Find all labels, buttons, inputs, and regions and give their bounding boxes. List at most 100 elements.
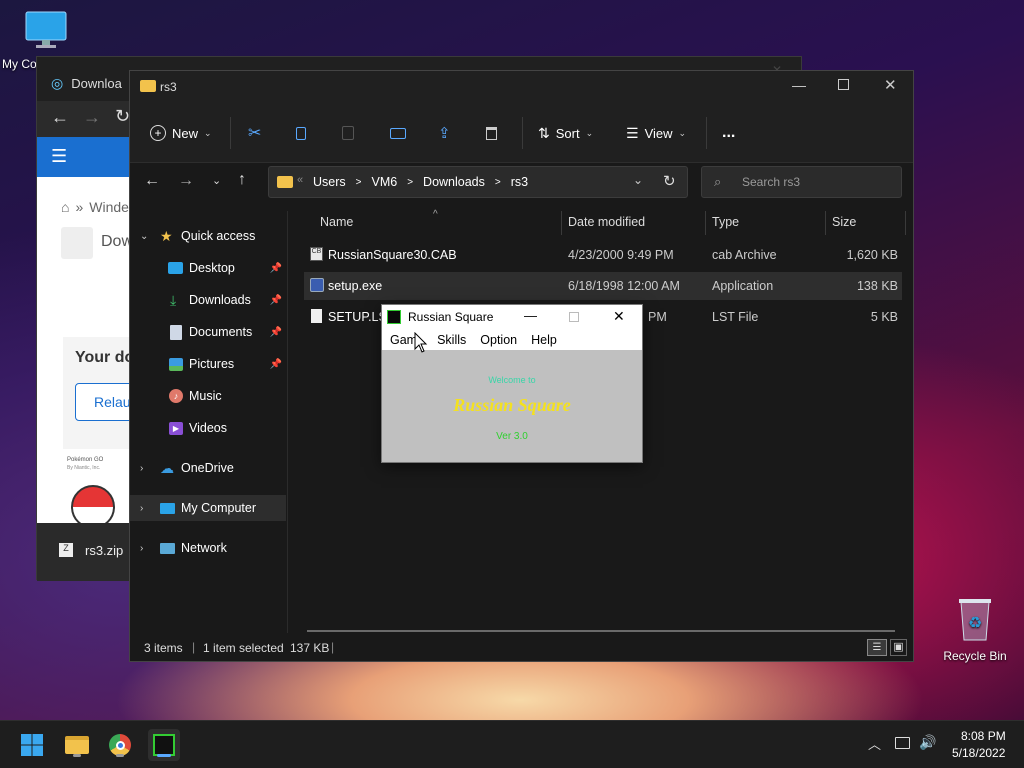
nav-pictures[interactable]: Pictures 📌 <box>130 351 286 377</box>
hamburger-menu-icon[interactable]: ☰ <box>51 146 67 167</box>
sort-button[interactable]: ⇅ Sort ⌄ <box>538 119 593 147</box>
address-bar[interactable]: « Users > VM6 > Downloads > rs3 ⌄ ↻ <box>268 166 688 198</box>
nav-music[interactable]: ♪ Music <box>130 383 286 409</box>
menu-help[interactable]: Help <box>531 333 557 347</box>
nav-network[interactable]: › Network <box>130 535 286 561</box>
cut-icon[interactable]: ✂ <box>248 119 261 147</box>
maximize-button[interactable] <box>838 79 849 90</box>
browser-page-content: ⌂ » Winde Dow Your do Relau Pokémon GO B… <box>37 177 153 529</box>
back-icon[interactable]: ← <box>51 107 69 128</box>
nav-quick-access[interactable]: ⌄ ★ Quick access <box>130 223 286 249</box>
file-row-selected[interactable]: setup.exe 6/18/1998 12:00 AM Application… <box>304 272 902 300</box>
pin-icon[interactable]: 📌 <box>270 327 282 338</box>
column-type[interactable]: Type <box>712 215 739 229</box>
file-size: 5 KB <box>870 310 898 324</box>
refresh-icon[interactable]: ↻ <box>663 172 676 190</box>
plus-circle-icon: + <box>150 125 166 141</box>
chevron-right-icon[interactable]: › <box>140 463 143 474</box>
address-overflow[interactable]: « <box>297 174 303 186</box>
home-icon[interactable]: ⌂ <box>61 199 69 215</box>
clock-date[interactable]: 5/18/2022 <box>952 746 1005 760</box>
column-name[interactable]: Name <box>320 215 353 229</box>
network-icon <box>160 542 175 554</box>
pin-icon[interactable]: 📌 <box>270 263 282 274</box>
nav-videos[interactable]: ▶ Videos <box>130 415 286 441</box>
chevron-right-icon[interactable]: › <box>140 543 143 554</box>
taskbar-file-explorer[interactable] <box>61 729 93 761</box>
nav-documents[interactable]: Documents 📌 <box>130 319 286 345</box>
desktop-icon-recycle-bin[interactable]: ♻ Recycle Bin <box>939 596 1011 663</box>
chevron-down-icon[interactable]: ⌄ <box>140 231 148 242</box>
delete-icon[interactable] <box>486 119 497 147</box>
nav-my-computer[interactable]: › My Computer <box>130 495 286 521</box>
forward-arrow-icon[interactable]: → <box>178 172 194 190</box>
show-hidden-icons-chevron[interactable]: ︿ <box>868 734 881 753</box>
zip-file-icon: Z <box>59 543 73 557</box>
up-arrow-icon[interactable]: ↑ <box>238 171 246 189</box>
russian-square-window[interactable]: Russian Square — ✕ Gam Skills Option Hel… <box>381 304 643 463</box>
browser-tab-title: Downloa <box>71 75 122 91</box>
more-options-icon[interactable]: ... <box>722 119 735 147</box>
new-button[interactable]: + New ⌄ <box>150 119 212 147</box>
close-button[interactable]: ✕ <box>884 76 897 94</box>
sort-up-icon: ^ <box>433 209 438 220</box>
computer-icon <box>160 502 175 514</box>
nav-onedrive[interactable]: › ☁ OneDrive <box>130 455 286 481</box>
download-item[interactable]: Z rs3.zip <box>37 523 137 581</box>
copy-icon[interactable] <box>296 119 306 147</box>
browser-tab[interactable]: ◎ Downloa <box>51 67 122 99</box>
column-size[interactable]: Size <box>832 215 856 229</box>
view-button[interactable]: ☰ View ⌄ <box>626 119 686 147</box>
minimize-button[interactable]: — <box>524 308 537 323</box>
back-arrow-icon[interactable]: ← <box>144 172 160 190</box>
close-button[interactable]: ✕ <box>613 308 625 325</box>
window-title: rs3 <box>160 80 177 94</box>
address-dropdown-icon[interactable]: ⌄ <box>633 173 643 187</box>
forward-icon[interactable]: → <box>83 107 101 128</box>
explorer-toolbar: + New ⌄ ✂ ⇪ ⇅ Sort ⌄ ☰ View ⌄ ... <box>130 103 913 163</box>
search-box[interactable]: ⌕ Search rs3 <box>701 166 902 198</box>
chevron-down-icon: ⌄ <box>678 127 687 138</box>
pin-icon[interactable]: 📌 <box>270 295 282 306</box>
star-icon: ★ <box>160 227 173 244</box>
file-name: setup.exe <box>328 279 383 293</box>
taskbar-chrome[interactable] <box>104 729 136 761</box>
horizontal-scrollbar[interactable] <box>307 630 895 632</box>
download-arrow-icon: ⤓ <box>170 291 177 308</box>
tiles-view-icon[interactable]: ▣ <box>890 639 907 656</box>
paste-icon[interactable] <box>342 119 354 147</box>
column-date-modified[interactable]: Date modified <box>568 215 645 229</box>
minimize-button[interactable]: — <box>792 77 806 93</box>
menu-option[interactable]: Option <box>480 333 517 347</box>
share-icon[interactable]: ⇪ <box>438 119 451 147</box>
rename-icon[interactable] <box>390 119 406 147</box>
taskbar-russian-square[interactable] <box>148 729 180 761</box>
menu-skills[interactable]: Skills <box>437 333 466 347</box>
clock-time[interactable]: 8:08 PM <box>961 729 1006 743</box>
breadcrumb-separator: > <box>407 176 414 188</box>
breadcrumb-rs3[interactable]: rs3 <box>511 175 528 189</box>
breadcrumb-downloads[interactable]: Downloads <box>423 175 485 189</box>
search-placeholder: Search rs3 <box>742 175 801 189</box>
status-selected: 1 item selected <box>203 641 284 655</box>
volume-icon[interactable]: 🔊 <box>919 734 936 751</box>
breadcrumb-users[interactable]: Users <box>313 175 346 189</box>
breadcrumb-vm6[interactable]: VM6 <box>372 175 398 189</box>
file-row[interactable]: CB RussianSquare30.CAB 4/23/2000 9:49 PM… <box>304 241 902 269</box>
nav-downloads[interactable]: ⤓ Downloads 📌 <box>130 287 286 313</box>
monitor-icon <box>25 11 67 48</box>
rs-version: Ver 3.0 <box>496 431 528 442</box>
chevron-right-icon[interactable]: › <box>140 503 143 514</box>
desktop-icon <box>168 262 183 274</box>
rs-splash: Welcome to Russian Square Ver 3.0 <box>382 351 642 462</box>
recent-locations-icon[interactable]: ⌄ <box>212 174 221 187</box>
status-bar: 3 items | 1 item selected 137 KB | ☰ ▣ <box>130 633 913 661</box>
pin-icon[interactable]: 📌 <box>270 359 282 370</box>
file-date: PM <box>648 310 667 324</box>
network-status-icon[interactable] <box>895 737 910 749</box>
start-button[interactable] <box>16 729 48 761</box>
nav-desktop[interactable]: Desktop 📌 <box>130 255 286 281</box>
refresh-icon[interactable]: ↻ <box>115 106 130 127</box>
details-view-icon[interactable]: ☰ <box>867 639 887 656</box>
breadcrumb-link[interactable]: Winde <box>89 199 129 215</box>
